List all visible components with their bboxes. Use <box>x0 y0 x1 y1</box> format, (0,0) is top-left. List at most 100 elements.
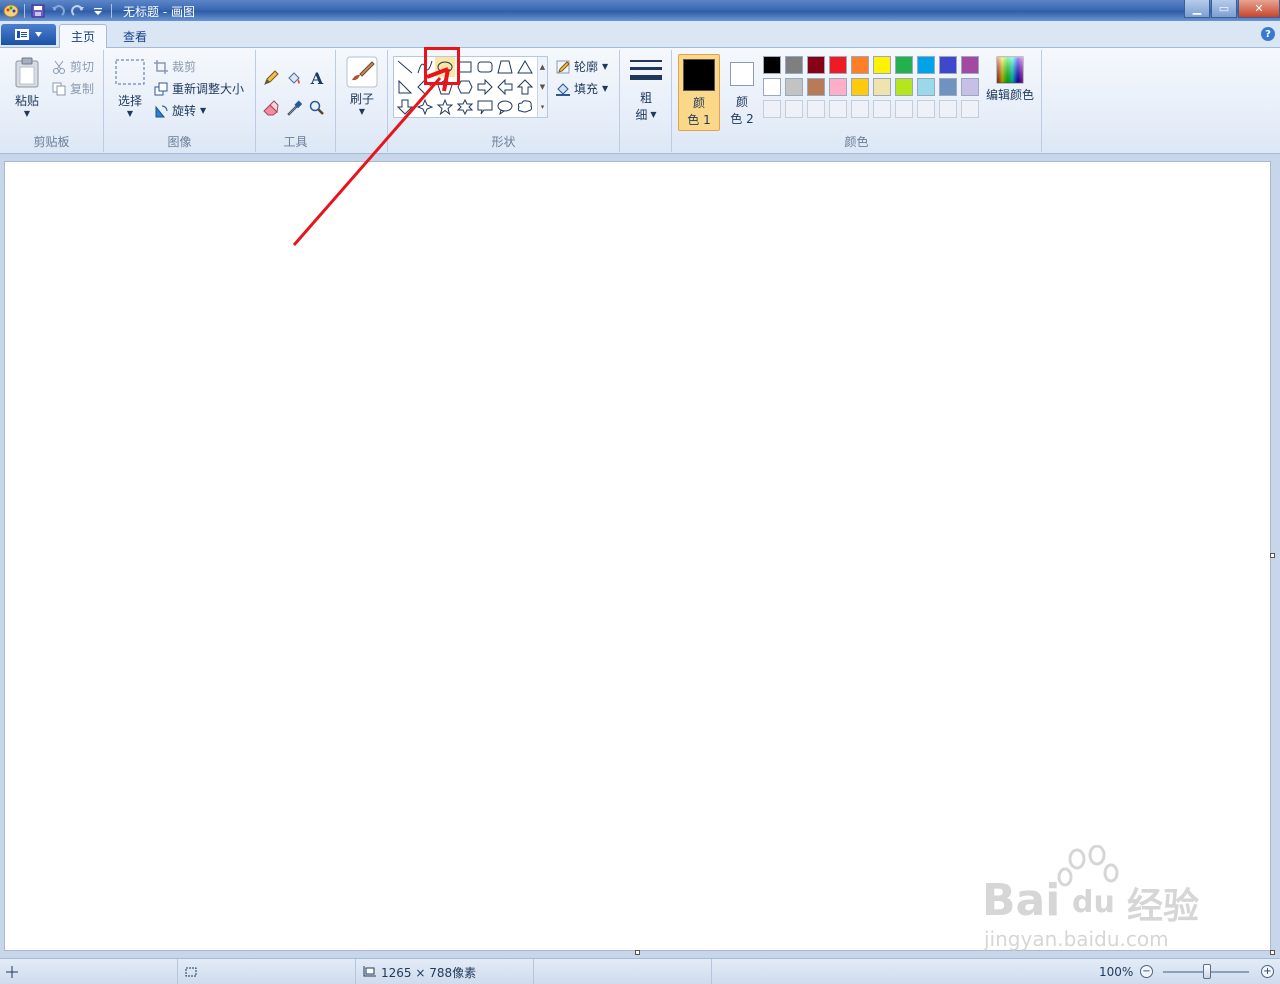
color-picker-icon[interactable] <box>283 98 305 118</box>
colors-group: 颜 色 1 颜 色 2 编辑颜色 颜色 <box>672 50 1042 152</box>
rotate-icon <box>155 105 168 117</box>
six-point-star-shape-icon[interactable] <box>455 97 475 117</box>
pencil-icon[interactable] <box>260 68 282 88</box>
menu-icon <box>15 29 29 40</box>
palette-swatch[interactable] <box>917 78 935 96</box>
custom-color-slot[interactable] <box>763 100 781 118</box>
scroll-up-icon[interactable]: ▲ <box>540 63 545 71</box>
canvas-size-text: 1265 × 788像素 <box>381 965 477 980</box>
color1-button[interactable]: 颜 色 1 <box>678 54 720 131</box>
custom-color-slot[interactable] <box>917 100 935 118</box>
polygon-shape-icon[interactable] <box>495 57 515 77</box>
custom-color-slot[interactable] <box>895 100 913 118</box>
fill-bucket-icon[interactable] <box>283 68 305 88</box>
palette-swatch[interactable] <box>895 56 913 74</box>
custom-color-slot[interactable] <box>807 100 825 118</box>
chevron-down-icon: ▼ <box>23 109 31 118</box>
zoom-out-button[interactable]: − <box>1140 965 1153 978</box>
tab-view[interactable]: 查看 <box>112 24 158 49</box>
rotate-button[interactable]: 旋转 ▼ <box>154 102 206 119</box>
palette-swatch[interactable] <box>785 78 803 96</box>
custom-color-slot[interactable] <box>939 100 957 118</box>
canvas-resize-handle-corner[interactable] <box>1270 950 1275 955</box>
redo-icon[interactable] <box>69 3 87 19</box>
tools-group-label: 工具 <box>283 135 308 149</box>
shapes-gallery: ▲ ▼ ▾ <box>393 56 548 118</box>
palette-swatch[interactable] <box>763 56 781 74</box>
tab-home[interactable]: 主页 <box>59 24 108 49</box>
palette-swatch[interactable] <box>873 56 891 74</box>
outline-button[interactable]: 轮廓 ▼ <box>556 58 608 75</box>
down-arrow-shape-icon[interactable] <box>395 97 415 117</box>
palette-swatch[interactable] <box>807 56 825 74</box>
custom-color-slot[interactable] <box>829 100 847 118</box>
left-arrow-shape-icon[interactable] <box>495 77 515 97</box>
palette-swatch[interactable] <box>829 78 847 96</box>
expand-gallery-icon[interactable]: ▾ <box>541 103 545 111</box>
scroll-down-icon[interactable]: ▼ <box>540 83 545 91</box>
color2-label-line2: 色 2 <box>730 112 754 126</box>
rect-callout-shape-icon[interactable] <box>475 97 495 117</box>
custom-color-slot[interactable] <box>961 100 979 118</box>
five-point-star-shape-icon[interactable] <box>435 97 455 117</box>
canvas-resize-handle-bottom[interactable] <box>635 950 640 955</box>
copy-button[interactable]: 复制 <box>52 80 94 97</box>
text-tool-icon[interactable]: A <box>306 68 328 88</box>
custom-color-slot[interactable] <box>873 100 891 118</box>
customize-qat-icon[interactable] <box>89 3 107 19</box>
resize-button[interactable]: 重新调整大小 <box>154 80 244 97</box>
oval-callout-shape-icon[interactable] <box>495 97 515 117</box>
palette-swatch[interactable] <box>917 56 935 74</box>
zoom-in-button[interactable]: + <box>1261 965 1274 978</box>
palette-swatch[interactable] <box>895 78 913 96</box>
custom-color-slot[interactable] <box>851 100 869 118</box>
palette-swatch[interactable] <box>829 56 847 74</box>
paint-menu-button[interactable] <box>1 24 56 45</box>
paste-button[interactable]: 粘贴 ▼ <box>10 56 44 118</box>
palette-swatch[interactable] <box>807 78 825 96</box>
undo-icon[interactable] <box>49 3 67 19</box>
up-arrow-shape-icon[interactable] <box>515 77 535 97</box>
fill-button[interactable]: 填充 ▼ <box>556 80 608 97</box>
palette-swatch[interactable] <box>961 56 979 74</box>
right-arrow-shape-icon[interactable] <box>475 77 495 97</box>
cloud-callout-shape-icon[interactable] <box>515 97 535 117</box>
color2-button[interactable]: 颜 色 2 <box>724 54 760 127</box>
rainbow-palette-icon <box>996 56 1024 84</box>
restore-button[interactable]: ▭ <box>1211 0 1237 18</box>
close-button[interactable]: ✕ <box>1238 0 1280 18</box>
palette-swatch[interactable] <box>939 56 957 74</box>
triangle-shape-icon[interactable] <box>515 57 535 77</box>
crop-button[interactable]: 裁剪 <box>154 58 196 75</box>
palette-swatch[interactable] <box>785 56 803 74</box>
four-point-star-shape-icon[interactable] <box>415 97 435 117</box>
brushes-button[interactable]: 刷子 ▼ <box>344 56 380 116</box>
magnifier-icon[interactable] <box>306 98 328 118</box>
highlight-box <box>424 47 460 85</box>
drawing-canvas[interactable] <box>5 162 1270 950</box>
palette-swatch[interactable] <box>851 78 869 96</box>
right-triangle-shape-icon[interactable] <box>395 77 415 97</box>
minimize-button[interactable]: ▁ <box>1184 0 1210 18</box>
cut-button[interactable]: 剪切 <box>52 58 94 75</box>
size-button[interactable]: 粗 细 ▼ <box>628 58 664 123</box>
palette-swatch[interactable] <box>763 78 781 96</box>
help-icon[interactable]: ? <box>1261 27 1275 41</box>
palette-swatch[interactable] <box>851 56 869 74</box>
eraser-icon[interactable] <box>260 98 282 118</box>
rounded-rectangle-shape-icon[interactable] <box>475 57 495 77</box>
canvas-resize-handle-right[interactable] <box>1270 553 1275 558</box>
zoom-slider-thumb[interactable] <box>1203 964 1211 979</box>
line-shape-icon[interactable] <box>395 57 415 77</box>
shapes-gallery-scroll[interactable]: ▲ ▼ ▾ <box>537 57 547 117</box>
paint-app-icon[interactable] <box>2 3 20 19</box>
palette-swatch[interactable] <box>939 78 957 96</box>
crosshair-icon <box>6 966 18 978</box>
palette-swatch[interactable] <box>961 78 979 96</box>
palette-swatch[interactable] <box>873 78 891 96</box>
select-button[interactable]: 选择 ▼ <box>112 58 148 118</box>
save-icon[interactable] <box>29 3 47 19</box>
custom-color-slot[interactable] <box>785 100 803 118</box>
edit-colors-button[interactable]: 编辑颜色 <box>982 56 1038 103</box>
title-bar: 无标题 - 画图 ▁ ▭ ✕ <box>0 0 1280 21</box>
